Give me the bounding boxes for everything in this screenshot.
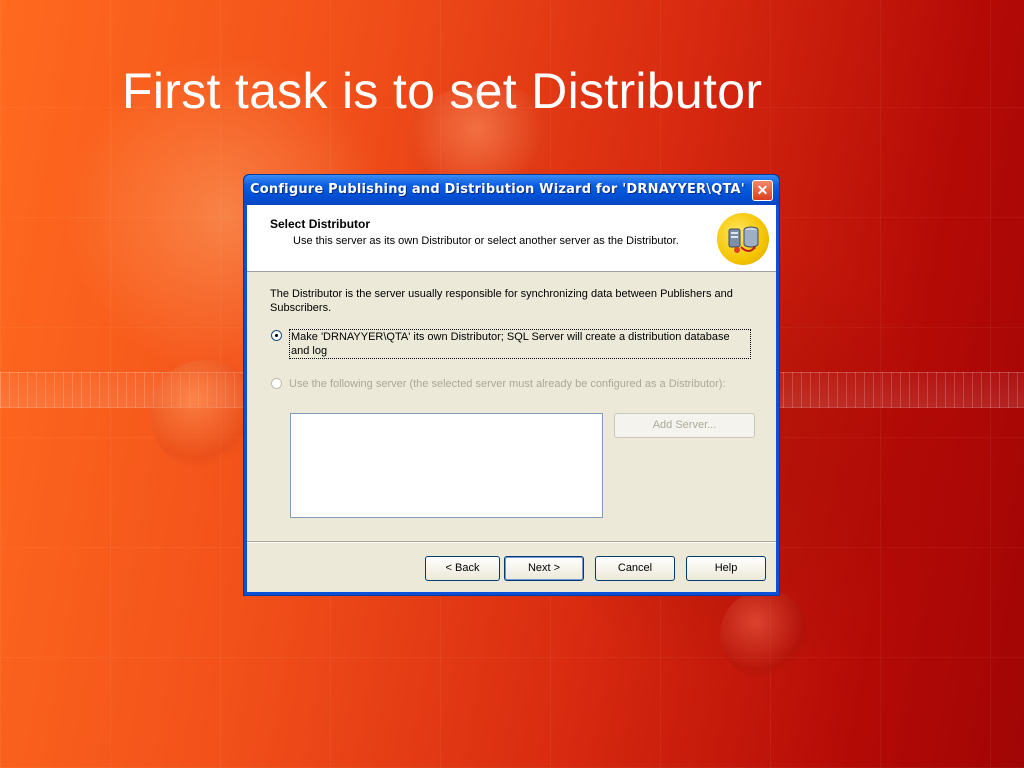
wizard-dialog: Configure Publishing and Distribution Wi…: [243, 174, 780, 596]
dialog-client: Select Distributor Use this server as it…: [247, 205, 776, 592]
dialog-title: Configure Publishing and Distribution Wi…: [250, 182, 745, 197]
other-server-label: Use the following server (the selected s…: [289, 378, 726, 390]
dialog-titlebar[interactable]: Configure Publishing and Distribution Wi…: [244, 175, 779, 205]
back-button[interactable]: < Back: [425, 556, 500, 581]
other-server-option: Use the following server (the selected s…: [271, 377, 751, 393]
server-listbox: [290, 413, 603, 518]
help-button[interactable]: Help: [686, 556, 766, 581]
distributor-description: The Distributor is the server usually re…: [270, 288, 733, 314]
other-server-radio: [271, 378, 282, 389]
own-distributor-radio[interactable]: [271, 330, 282, 341]
wizard-step-title: Select Distributor: [270, 217, 371, 231]
next-button[interactable]: Next >: [504, 556, 584, 581]
server-replication-icon: [717, 213, 769, 265]
slide-title: First task is to set Distributor: [122, 63, 763, 119]
own-distributor-option[interactable]: Make 'DRNAYYER\QTA' its own Distributor;…: [271, 329, 751, 359]
footer-divider: [247, 541, 776, 543]
wizard-step-subtitle: Use this server as its own Distributor o…: [293, 235, 679, 247]
cancel-button[interactable]: Cancel: [595, 556, 675, 581]
background-orb: [720, 590, 810, 680]
wizard-header: Select Distributor Use this server as it…: [247, 205, 776, 272]
own-distributor-label[interactable]: Make 'DRNAYYER\QTA' its own Distributor;…: [289, 329, 751, 359]
add-server-button: Add Server...: [614, 413, 755, 438]
close-icon[interactable]: ✕: [752, 180, 773, 201]
